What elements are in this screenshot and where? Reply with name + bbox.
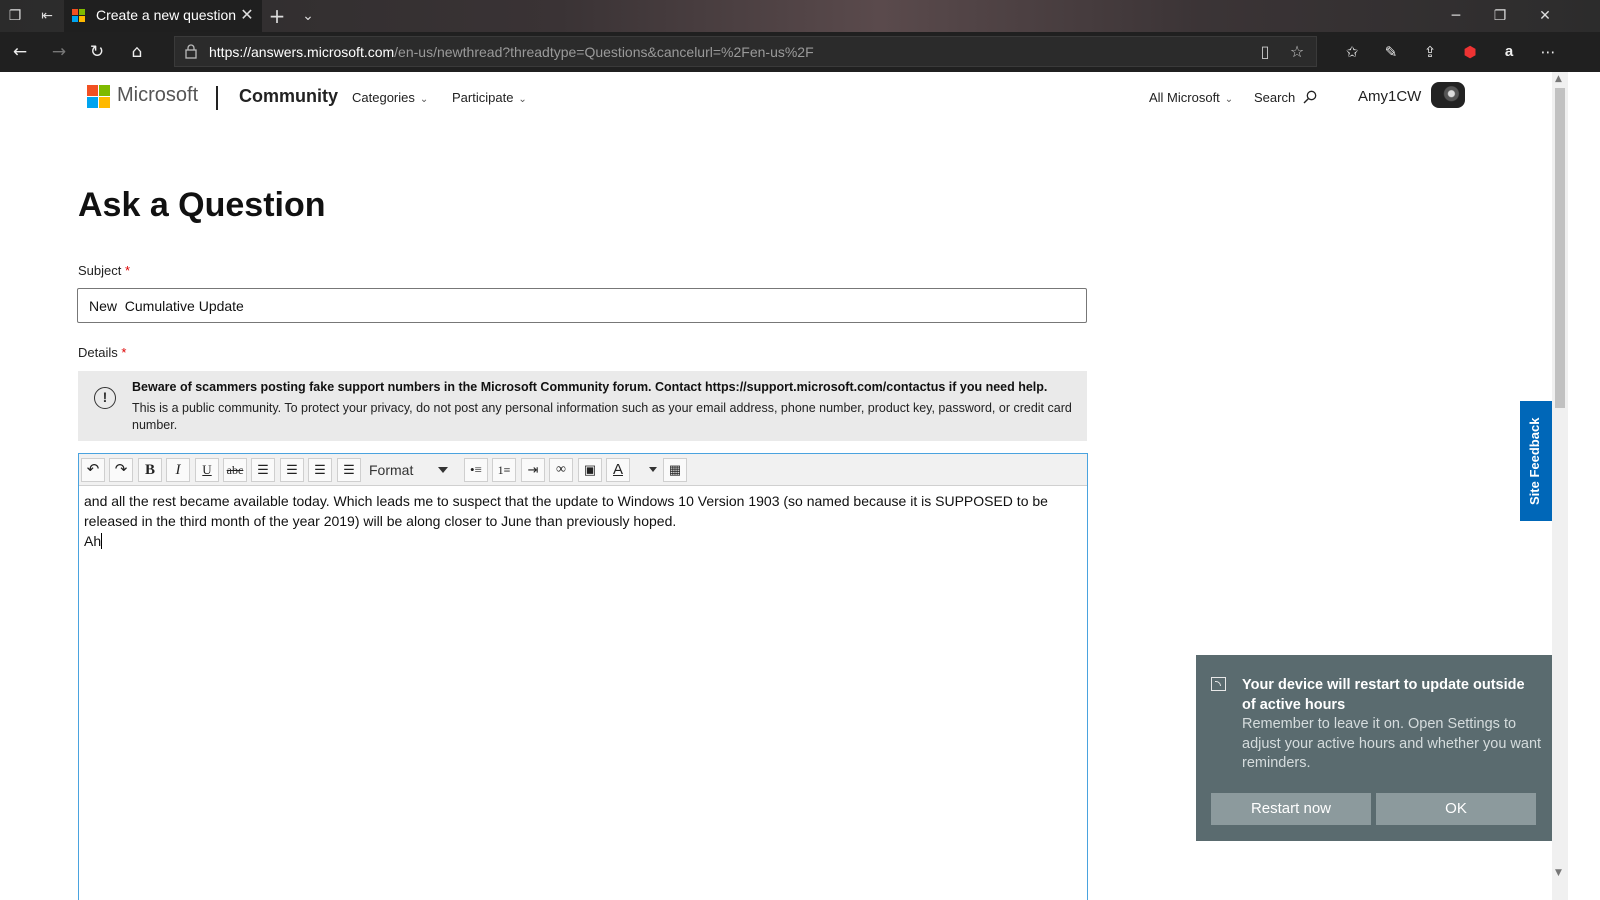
shield-extension-icon[interactable]: ⬢ (1459, 41, 1481, 63)
scroll-up-icon: ▲ (1555, 74, 1562, 84)
tab-overview-icon[interactable]: ❐ (6, 7, 24, 25)
participate-menu[interactable]: Participate ⌄ (452, 90, 527, 105)
avatar[interactable] (1431, 82, 1465, 108)
tab-list-chevron-icon[interactable]: ⌄ (299, 7, 317, 25)
scroll-down-icon: ▼ (1555, 868, 1562, 878)
amazon-extension-icon[interactable]: a (1498, 41, 1520, 63)
web-note-pen-icon[interactable]: ✎ (1380, 41, 1402, 63)
restore-icon[interactable]: ❐ (1488, 6, 1512, 26)
active-tab[interactable]: Create a new question ✕ (64, 0, 262, 32)
link-icon[interactable]: ∞ (549, 458, 573, 482)
minimize-icon[interactable]: ─ (1444, 6, 1468, 26)
privacy-notice: ! Beware of scammers posting fake suppor… (78, 371, 1087, 441)
format-dropdown[interactable]: Format (366, 458, 454, 482)
page-content: Microsoft Community Categories ⌄ Particip… (0, 72, 1552, 900)
restart-notification: Your device will restart to update outsi… (1196, 655, 1552, 841)
window-edge (1568, 72, 1600, 900)
details-editor[interactable]: ↶ ↷ B I U abc ☰ ☰ ☰ ☰ Format •≡ 1≡ ⇥ ∞ ▣… (78, 453, 1088, 900)
scam-warning: Beware of scammers posting fake support … (132, 380, 1048, 394)
refresh-icon[interactable]: ↻ (86, 41, 108, 63)
text-caret (101, 533, 103, 549)
text-color-dropdown-icon[interactable] (649, 467, 657, 472)
editor-toolbar: ↶ ↷ B I U abc ☰ ☰ ☰ ☰ Format •≡ 1≡ ⇥ ∞ ▣… (79, 454, 1087, 486)
more-menu-icon[interactable]: ⋯ (1537, 41, 1559, 63)
chevron-down-icon: ⌄ (1224, 94, 1234, 105)
chevron-down-icon: ⌄ (419, 94, 429, 105)
strikethrough-button[interactable]: abc (223, 458, 247, 482)
address-url: https://answers.microsoft.com/en-us/newt… (209, 44, 814, 60)
subject-label: Subject * (78, 263, 131, 278)
editor-paragraph: and all the rest became available today.… (84, 493, 1048, 529)
set-aside-tabs-icon[interactable]: ⇤ (38, 7, 56, 25)
back-arrow-icon[interactable]: ← (9, 41, 31, 63)
ok-button[interactable]: OK (1376, 793, 1536, 825)
share-icon[interactable]: ⇪ (1419, 41, 1441, 63)
required-mark: * (121, 345, 127, 360)
categories-menu[interactable]: Categories ⌄ (352, 90, 428, 105)
bold-button[interactable]: B (138, 458, 162, 482)
tab-title: Create a new question (96, 7, 237, 23)
redo-icon[interactable]: ↷ (109, 458, 133, 482)
browser-tab-bar: ❐ ⇤ Create a new question ✕ + ⌄ ─ ❐ ✕ (0, 0, 1600, 32)
numbered-list-icon[interactable]: 1≡ (492, 458, 516, 482)
microsoft-favicon-icon (72, 9, 86, 23)
undo-icon[interactable]: ↶ (81, 458, 105, 482)
privacy-text: This is a public community. To protect y… (132, 401, 1072, 432)
align-right-icon[interactable]: ☰ (308, 458, 332, 482)
subject-input[interactable] (77, 288, 1087, 323)
caret-down-icon (438, 467, 448, 473)
details-label: Details * (78, 345, 127, 360)
tab-close-icon[interactable]: ✕ (238, 6, 256, 24)
microsoft-logo-icon[interactable] (87, 85, 111, 109)
editor-paragraph: Ah (84, 533, 103, 549)
page-scrollbar[interactable]: ▲ ▼ (1552, 72, 1568, 900)
search-button[interactable]: Search (1254, 90, 1317, 105)
underline-button[interactable]: U (195, 458, 219, 482)
page-title: Ask a Question (78, 186, 326, 224)
table-icon[interactable]: ▦ (663, 458, 687, 482)
header-divider (216, 86, 218, 110)
address-bar[interactable]: https://answers.microsoft.com/en-us/newt… (174, 36, 1317, 67)
forward-arrow-icon[interactable]: → (48, 41, 70, 63)
home-icon[interactable]: ⌂ (126, 41, 148, 63)
new-tab-icon[interactable]: + (268, 6, 286, 26)
align-left-icon[interactable]: ☰ (251, 458, 275, 482)
username[interactable]: Amy1CW (1358, 88, 1421, 105)
update-restart-icon (1211, 677, 1226, 691)
image-icon[interactable]: ▣ (578, 458, 602, 482)
toast-title: Your device will restart to update outsi… (1242, 677, 1525, 713)
justify-icon[interactable]: ☰ (337, 458, 361, 482)
chevron-down-icon: ⌄ (518, 94, 527, 105)
editor-content[interactable]: and all the rest became available today.… (84, 491, 1084, 551)
scroll-thumb[interactable] (1555, 88, 1565, 408)
all-microsoft-menu[interactable]: All Microsoft ⌄ (1149, 90, 1233, 105)
close-window-icon[interactable]: ✕ (1533, 6, 1557, 26)
reading-view-icon[interactable]: ▯ (1256, 43, 1274, 61)
bullet-list-icon[interactable]: •≡ (464, 458, 488, 482)
text-color-icon[interactable]: A (606, 458, 630, 482)
browser-nav-bar: ← → ↻ ⌂ https://answers.microsoft.com/en… (0, 32, 1600, 72)
restart-now-button[interactable]: Restart now (1211, 793, 1371, 825)
align-center-icon[interactable]: ☰ (280, 458, 304, 482)
microsoft-brand[interactable]: Microsoft (117, 84, 198, 107)
required-mark: * (125, 263, 131, 278)
lock-icon (185, 44, 197, 59)
favorite-star-icon[interactable]: ☆ (1288, 43, 1306, 61)
site-feedback-button[interactable]: Site Feedback (1520, 401, 1552, 521)
info-icon: ! (94, 387, 116, 409)
favorites-list-icon[interactable]: ✩ (1341, 41, 1363, 63)
search-icon (1303, 90, 1317, 104)
toast-body: Remember to leave it on. Open Settings t… (1242, 716, 1542, 771)
italic-button[interactable]: I (166, 458, 190, 482)
indent-icon[interactable]: ⇥ (521, 458, 545, 482)
community-link[interactable]: Community (239, 86, 338, 107)
